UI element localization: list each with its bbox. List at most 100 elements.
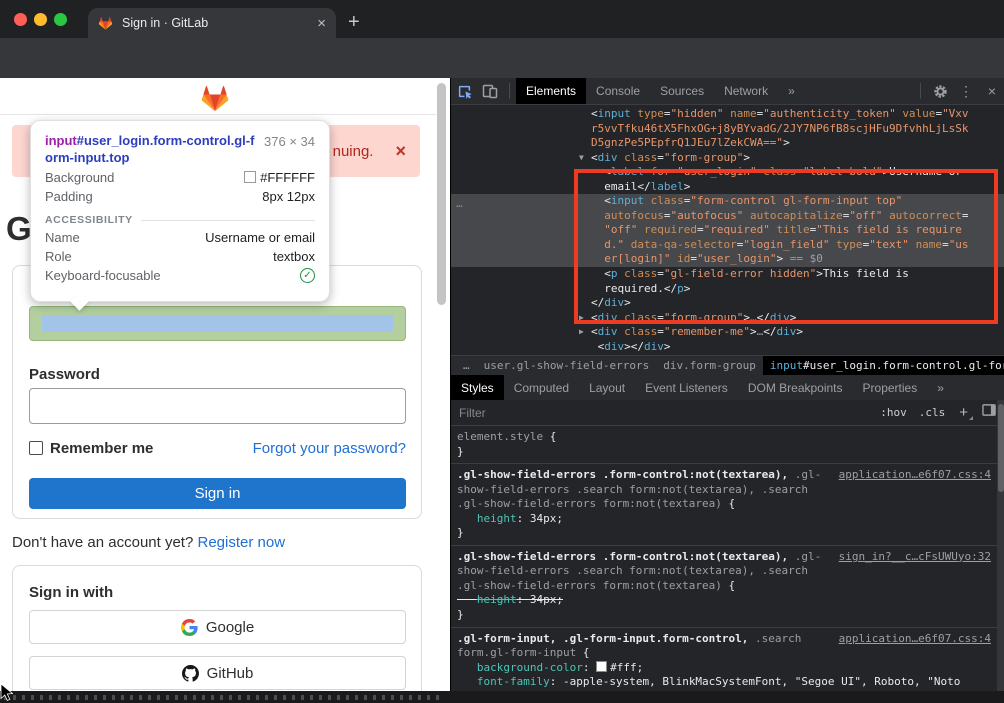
breadcrumb-overflow[interactable]: … — [456, 359, 477, 372]
code-line[interactable]: element.style { — [457, 430, 991, 445]
sso-card: Sign in with Google GitHub — [12, 565, 422, 692]
stylesheet-source-link[interactable]: application…e6f07.css:4 — [839, 632, 991, 646]
code-line[interactable]: ▶<div class="remember-me">…</div> — [591, 325, 1004, 340]
devtools-close-icon[interactable]: × — [979, 78, 1004, 104]
username-input-highlighted[interactable] — [29, 306, 406, 341]
close-window-button[interactable] — [14, 13, 27, 26]
code-line[interactable]: } — [457, 445, 991, 460]
tab-computed[interactable]: Computed — [504, 375, 579, 401]
styles-filter-input[interactable]: Filter — [459, 406, 868, 420]
signin-button[interactable]: Sign in — [29, 478, 406, 509]
more-tabs-icon[interactable]: » — [778, 78, 805, 104]
sidebar-toggle-icon[interactable] — [982, 403, 997, 422]
code-line[interactable]: application…e6f07.css:4.gl-form-input, .… — [457, 632, 991, 647]
tab-sources[interactable]: Sources — [650, 78, 714, 104]
tab-dom-breakpoints[interactable]: DOM Breakpoints — [738, 375, 853, 401]
tab-network[interactable]: Network — [714, 78, 778, 104]
breadcrumb-item[interactable]: user.gl-show-field-errors — [477, 359, 657, 372]
more-panel-tabs-icon[interactable]: » — [927, 375, 954, 401]
tab-event-listeners[interactable]: Event Listeners — [635, 375, 738, 401]
code-line[interactable]: show-field-errors .search form:not(texta… — [457, 483, 991, 498]
code-line[interactable]: <div></div> — [591, 340, 1004, 355]
code-line[interactable]: font-family: -apple-system, BlinkMacSyst… — [457, 675, 991, 690]
toggle-class-button[interactable]: .cls — [919, 406, 946, 419]
code-line[interactable]: <p class="gl-field-error hidden">This fi… — [591, 267, 1004, 282]
code-line[interactable]: r5vvTfku46tX5FhxOG+j8yBYvadG/2JY7NP6fB8s… — [591, 122, 1004, 137]
clipped-text-remnants — [4, 695, 444, 700]
remember-checkbox[interactable] — [29, 441, 43, 455]
code-line[interactable]: sign_in?__c…cFsUWUyo:32.gl-show-field-er… — [457, 550, 991, 565]
code-line[interactable]: </div> — [591, 296, 1004, 311]
forgot-password-link[interactable]: Forgot your password? — [253, 440, 406, 457]
stylesheet-source-link[interactable]: sign_in?__c…cFsUWUyo:32 — [839, 550, 991, 564]
code-line[interactable]: height: 34px; — [457, 593, 991, 608]
code-line[interactable]: .gl-show-field-errors form:not(textarea)… — [457, 497, 991, 512]
page-scrollbar-thumb[interactable] — [437, 83, 446, 305]
device-toolbar-icon[interactable] — [477, 78, 503, 104]
code-line[interactable]: D5gnzPe5PEpfrQ1JEu7lZekCWA=="> — [591, 136, 1004, 151]
code-line[interactable]: background-color: #fff; — [457, 661, 991, 676]
tooltip-selector-rest: #user_login.form-control.gl-form-input.t… — [45, 133, 254, 165]
styles-scrollbar-thumb[interactable] — [998, 404, 1004, 492]
css-rule[interactable]: element.style {} — [451, 426, 999, 464]
breadcrumb-item[interactable]: div.form-group — [656, 359, 763, 372]
breadcrumb-selected[interactable]: input#user_login.form-control.gl-form-in… — [763, 356, 1004, 376]
tab-elements[interactable]: Elements — [516, 78, 586, 104]
browser-tab[interactable]: Sign in · GitLab × — [88, 8, 336, 38]
inspect-content-box — [42, 315, 393, 332]
css-rule[interactable]: sign_in?__c…cFsUWUyo:32 .gl-show-field-er… — [451, 546, 999, 628]
code-line[interactable]: required.</p> — [591, 282, 1004, 297]
tab-layout[interactable]: Layout — [579, 375, 635, 401]
code-line[interactable]: <input type="hidden" name="authenticity_… — [591, 107, 1004, 122]
devtools-settings-gear-icon[interactable] — [927, 78, 953, 104]
new-tab-button[interactable]: + — [348, 12, 360, 32]
stylesheet-source-link[interactable]: application…e6f07.css:4 — [839, 468, 991, 482]
password-input[interactable] — [29, 388, 406, 424]
register-link[interactable]: Register now — [198, 534, 286, 551]
tab-console[interactable]: Console — [586, 78, 650, 104]
divider — [0, 114, 436, 115]
minimize-window-button[interactable] — [34, 13, 47, 26]
tab-close-icon[interactable]: × — [317, 15, 326, 32]
page-heading-fragment: G — [6, 210, 32, 248]
maximize-window-button[interactable] — [54, 13, 67, 26]
code-line[interactable]: ▶<div class="form-group">…</div> — [591, 311, 1004, 326]
github-signin-button[interactable]: GitHub — [29, 656, 406, 690]
new-style-rule-button[interactable]: + — [959, 404, 968, 421]
devtools-panel: Elements Console Sources Network » ⋮ × …… — [450, 78, 1004, 692]
code-line[interactable]: } — [457, 608, 991, 623]
code-line[interactable]: "off" required="required" title="This fi… — [591, 223, 1004, 238]
alert-close-icon[interactable]: × — [395, 141, 406, 162]
register-text: Don't have an account yet? — [12, 534, 198, 551]
check-circle-icon: ✓ — [300, 268, 315, 283]
code-line[interactable]: application…e6f07.css:4.gl-show-field-er… — [457, 468, 991, 483]
code-line[interactable]: } — [457, 526, 991, 541]
tab-title: Sign in · GitLab — [122, 16, 317, 30]
code-line[interactable]: email</label> — [591, 180, 1004, 195]
code-line[interactable]: d." data-qa-selector="login_field" type=… — [591, 238, 1004, 253]
remember-row: Remember me Forgot your password? — [29, 438, 406, 458]
remember-label: Remember me — [50, 440, 253, 457]
css-rule[interactable]: application…e6f07.css:4 .gl-show-field-er… — [451, 464, 999, 546]
devtools-menu-icon[interactable]: ⋮ — [953, 78, 979, 104]
padding-value: 8px 12px — [262, 189, 315, 204]
tab-properties[interactable]: Properties — [853, 375, 928, 401]
code-line[interactable]: er[login]" id="user_login"> == $0 — [591, 252, 1004, 267]
browser-toolbar: ← → gitlab.com/users/sign_in?__cf_chl_js… — [0, 38, 1004, 78]
register-row: Don't have an account yet? Register now — [12, 534, 285, 551]
code-line[interactable]: <input class="form-control gl-form-input… — [591, 194, 1004, 209]
code-line[interactable]: height: 34px; — [457, 512, 991, 527]
code-line[interactable]: <label for="user_login" class="label-bol… — [591, 165, 1004, 180]
code-line[interactable]: .gl-show-field-errors form:not(textarea)… — [457, 579, 991, 594]
toggle-hover-state-button[interactable]: :hov — [880, 406, 907, 419]
css-rule[interactable]: application…e6f07.css:4.gl-form-input, .… — [451, 628, 999, 692]
code-line[interactable]: ▼<div class="form-group"> — [591, 151, 1004, 166]
password-label: Password — [29, 366, 100, 383]
tab-styles[interactable]: Styles — [451, 375, 504, 400]
tooltip-background-row: Background #FFFFFF — [45, 170, 315, 185]
code-line[interactable]: show-field-errors .search form:not(texta… — [457, 564, 991, 579]
code-line[interactable]: form.gl-form-input { — [457, 646, 991, 661]
code-line[interactable]: autofocus="autofocus" autocapitalize="of… — [591, 209, 1004, 224]
inspect-element-icon[interactable] — [451, 78, 477, 104]
google-signin-button[interactable]: Google — [29, 610, 406, 644]
